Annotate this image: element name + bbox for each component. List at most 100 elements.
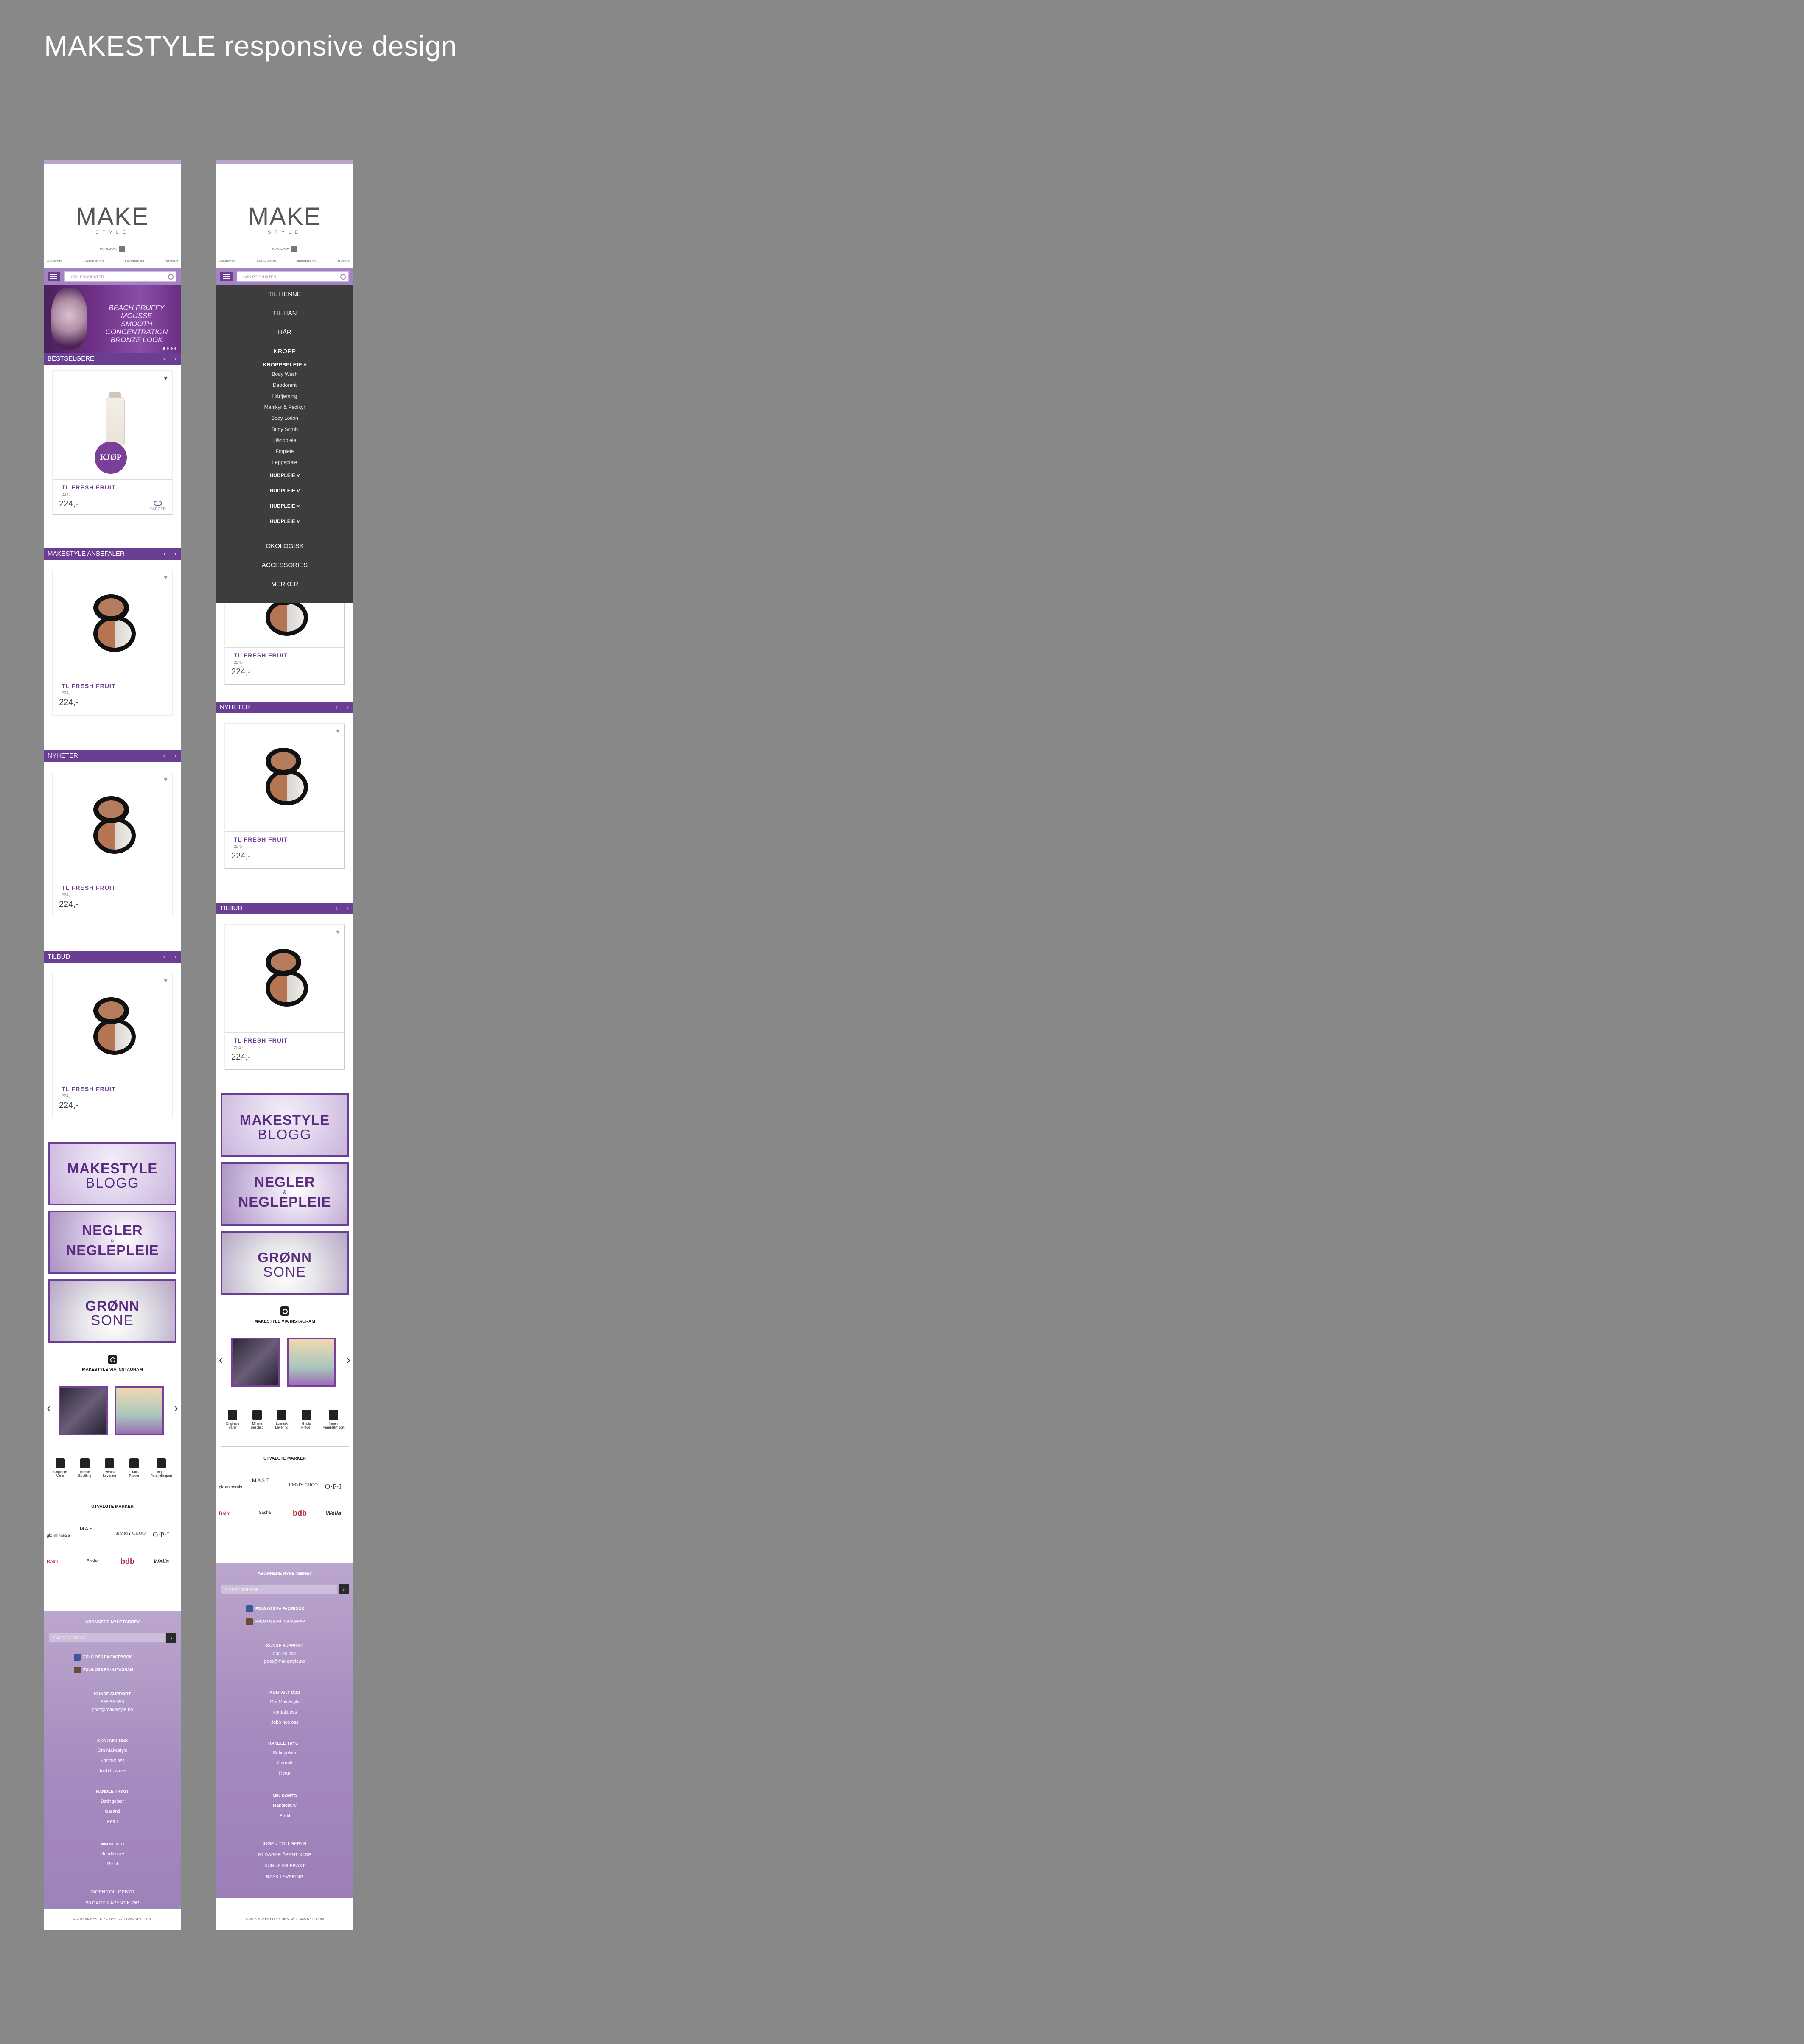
nails-banner[interactable]: NEGLER & NEGLEPLEIE <box>48 1211 176 1274</box>
product-card[interactable]: ♥ TL FRESH FRUIT 224,- 224,- <box>53 772 172 917</box>
menu-item[interactable]: ACCESSORIES <box>216 556 353 575</box>
chevron-right-icon[interactable]: › <box>347 1353 350 1367</box>
chevron-left-icon[interactable]: ‹ <box>219 1353 223 1367</box>
search-input[interactable]: SØK PRODUKTER ... <box>237 271 349 282</box>
email-field[interactable]: E-POST ADRESSE <box>221 1584 338 1594</box>
menu-item[interactable]: OKOLOGISK <box>216 537 353 556</box>
brand-logo[interactable]: glo•minerals <box>47 1533 70 1538</box>
submenu-toggle[interactable]: HUDPLEIE ˅ <box>216 483 353 498</box>
chevron-left-icon[interactable]: ‹ <box>47 1401 50 1415</box>
search-input[interactable]: SØK PRODUKTER ... <box>64 271 176 282</box>
nails-banner[interactable]: NEGLER & NEGLEPLEIE <box>221 1162 349 1226</box>
chevron-right-icon[interactable]: › <box>174 1401 178 1415</box>
footer-link[interactable]: Om Makestyle <box>216 1700 353 1705</box>
product-card[interactable]: ♥ TL FRESH FRUIT 224,- 224,- <box>53 973 172 1118</box>
submenu-item[interactable]: Body Scrub <box>216 424 353 435</box>
footer-link[interactable]: Garanti <box>44 1809 181 1814</box>
chevron-left-icon[interactable]: ‹ <box>163 353 165 365</box>
submenu-toggle[interactable]: KROPPSPLEIE ˄ <box>216 361 353 369</box>
heart-icon[interactable]: ♥ <box>164 977 168 984</box>
instagram-photo[interactable] <box>115 1386 164 1435</box>
product-card[interactable]: ♥ KJØP TL FRESH FRUIT 224,- 224,- FARGER <box>53 371 172 515</box>
menu-item[interactable]: TIL HENNE <box>216 285 353 304</box>
footer-link[interactable]: Profil <box>216 1813 353 1818</box>
header-link[interactable]: REGISTRERE DEG <box>125 260 144 263</box>
brand-logo[interactable]: Sasha <box>259 1510 271 1515</box>
heart-icon[interactable]: ♥ <box>164 574 168 581</box>
instagram-photo[interactable] <box>59 1386 108 1435</box>
heart-icon[interactable]: ♥ <box>164 375 168 382</box>
header-link[interactable]: TA KONTAKT <box>338 260 350 263</box>
brand-logo[interactable]: Balm <box>219 1510 230 1516</box>
support-email[interactable]: post@makestyle.no <box>216 1659 353 1664</box>
submenu-item[interactable]: Body Lotion <box>216 413 353 424</box>
submenu-item[interactable]: Håndpleie <box>216 435 353 446</box>
footer-link[interactable]: Retur <box>216 1771 353 1776</box>
chevron-left-icon[interactable]: ‹ <box>336 903 338 914</box>
cart-link[interactable]: HANDLEKURV <box>44 246 181 252</box>
menu-item[interactable]: KROPP <box>216 342 353 361</box>
brand-logo[interactable]: Wella <box>154 1558 169 1565</box>
brand-logo[interactable]: O·P·I <box>153 1531 169 1539</box>
email-field[interactable]: E-POST ADRESSE <box>48 1633 165 1643</box>
colors-link[interactable]: FARGER <box>150 501 166 511</box>
chevron-left-icon[interactable]: ‹ <box>163 951 165 963</box>
footer-link[interactable]: Garanti <box>216 1761 353 1766</box>
submenu-item[interactable]: Hårfjerning <box>216 391 353 402</box>
chevron-right-icon[interactable]: › <box>347 702 349 713</box>
product-name[interactable]: TL FRESH FRUIT <box>62 682 115 689</box>
brand-logo[interactable]: Balm <box>47 1559 58 1565</box>
chevron-right-icon[interactable]: › <box>347 903 349 914</box>
cart-link[interactable]: HANDLEKURV <box>216 246 353 252</box>
submenu-item[interactable]: Leppepleie <box>216 457 353 468</box>
product-name[interactable]: TL FRESH FRUIT <box>234 1037 288 1044</box>
header-link[interactable]: TA KONTAKT <box>165 260 178 263</box>
submenu-item[interactable]: Body Wash <box>216 369 353 380</box>
menu-item[interactable]: HÅR <box>216 323 353 342</box>
header-link[interactable]: LOGG INN MIN SIDE <box>84 260 104 263</box>
footer-link[interactable]: Handlekurv <box>216 1803 353 1808</box>
instagram-link[interactable]: FØLG OSS PÅ INSTAGRAM <box>246 1618 305 1625</box>
header-link[interactable]: KLAGERETTEN <box>219 260 235 263</box>
green-zone-banner[interactable]: GRØNN SONE <box>221 1231 349 1295</box>
support-phone[interactable]: 555 55 555 <box>44 1700 181 1705</box>
brand-logo[interactable]: Wella <box>326 1510 341 1516</box>
brand-logo[interactable]: JIMMY CHOO <box>116 1531 146 1536</box>
footer-link[interactable]: Jobb hos oss <box>44 1768 181 1773</box>
buy-button[interactable]: KJØP <box>95 442 127 474</box>
instagram-link[interactable]: FØLG OSS PÅ INSTAGRAM <box>74 1667 133 1673</box>
support-email[interactable]: post@makestyle.no <box>44 1707 181 1712</box>
product-card[interactable]: ♥ TL FRESH FRUIT 224,- 224,- <box>225 724 345 869</box>
footer-link[interactable]: Jobb hos oss <box>216 1720 353 1725</box>
submenu-item[interactable]: Fotpleie <box>216 446 353 457</box>
brand-logo[interactable]: bdb <box>120 1557 134 1566</box>
heart-icon[interactable]: ♥ <box>336 727 340 735</box>
footer-link[interactable]: Profil <box>44 1862 181 1867</box>
header-link[interactable]: KLAGERETTEN <box>47 260 62 263</box>
submenu-toggle[interactable]: HUDPLEIE ˅ <box>216 514 353 529</box>
product-card[interactable]: ♥ TL FRESH FRUIT 224,- 224,- <box>225 925 345 1070</box>
chevron-right-icon[interactable]: › <box>174 951 176 963</box>
header-link[interactable]: LOGG INN MIN SIDE <box>256 260 276 263</box>
facebook-link[interactable]: FØLG OSS PÅ FACEBOOK <box>74 1654 132 1661</box>
instagram-photo[interactable] <box>231 1338 280 1387</box>
footer-link[interactable]: Om Makestyle <box>44 1748 181 1753</box>
footer-link[interactable]: Retur <box>44 1819 181 1824</box>
product-name[interactable]: TL FRESH FRUIT <box>234 836 288 843</box>
brand-logo[interactable]: MAST <box>252 1477 269 1483</box>
makestyle-logo[interactable]: MAKE STYLE <box>216 204 353 235</box>
product-name[interactable]: TL FRESH FRUIT <box>234 652 288 659</box>
footer-link[interactable]: Handlekurv <box>44 1851 181 1857</box>
submenu-item[interactable]: Deodorant <box>216 380 353 391</box>
product-name[interactable]: TL FRESH FRUIT <box>62 484 115 491</box>
brand-logo[interactable]: Sasha <box>87 1559 98 1563</box>
product-name[interactable]: TL FRESH FRUIT <box>62 884 115 891</box>
brand-logo[interactable]: bdb <box>293 1509 307 1518</box>
facebook-link[interactable]: FØLG OSS PÅ FACEBOOK <box>246 1605 304 1612</box>
heart-icon[interactable]: ♥ <box>336 928 340 936</box>
subscribe-button[interactable]: › <box>166 1633 176 1643</box>
product-card[interactable]: ♥ TL FRESH FRUIT 224,- 224,- <box>53 570 172 715</box>
blog-banner[interactable]: MAKESTYLE BLOGG <box>48 1142 176 1205</box>
menu-item[interactable]: MERKER <box>216 575 353 594</box>
submenu-item[interactable]: Manikyr & Pedikyr <box>216 402 353 413</box>
